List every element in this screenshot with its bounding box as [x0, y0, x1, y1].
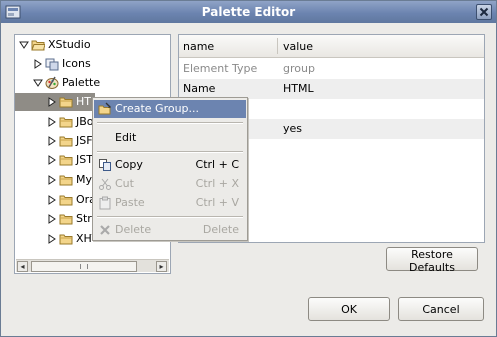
column-header-value[interactable]: value	[283, 40, 313, 53]
create-group-icon	[98, 102, 111, 115]
expand-arrow-icon[interactable]	[47, 175, 57, 185]
column-separator[interactable]	[277, 38, 278, 54]
delete-icon	[100, 225, 110, 235]
ok-button[interactable]: OK	[308, 297, 390, 321]
folder-icon	[59, 136, 73, 147]
tree-item-xstudio[interactable]: XStudio	[15, 36, 170, 54]
shortcut-label: Ctrl + C	[195, 158, 239, 171]
shortcut-label: Ctrl + X	[195, 177, 239, 190]
menu-item-label: Create Group...	[115, 102, 200, 115]
property-value: group	[283, 62, 315, 75]
property-name: Name	[183, 82, 216, 95]
table-row[interactable]: Name HTML	[179, 79, 484, 99]
scissors-icon	[99, 178, 111, 190]
tree-item-label: Str	[76, 212, 92, 225]
expand-arrow-icon[interactable]	[47, 195, 57, 205]
menu-item-label: Paste	[115, 196, 145, 209]
title-bar[interactable]: Palette Editor	[1, 1, 496, 23]
tree-item-palette[interactable]: Palette	[15, 74, 170, 92]
folder-icon	[59, 195, 73, 206]
palette-editor-window: Palette Editor XStudio Icons Palette HT …	[0, 0, 497, 337]
window-title: Palette Editor	[201, 5, 296, 19]
folder-icon	[59, 234, 73, 245]
tree-item-label: XStudio	[48, 38, 91, 51]
expand-arrow-icon[interactable]	[33, 59, 43, 69]
shortcut-label: Delete	[202, 223, 239, 236]
collapse-arrow-icon[interactable]	[33, 78, 43, 88]
menu-separator	[97, 151, 243, 153]
tree-horizontal-scrollbar[interactable]: ◂ ▸	[16, 259, 169, 272]
tree-item-label: JBo	[76, 115, 94, 128]
grip-icon	[80, 264, 88, 269]
scroll-thumb[interactable]	[31, 261, 137, 272]
menu-item-delete[interactable]: Delete Delete	[94, 221, 246, 239]
folder-icon	[59, 117, 73, 128]
column-header-name[interactable]: name	[183, 40, 214, 53]
menu-item-edit[interactable]: Edit	[94, 129, 246, 147]
copy-icon	[99, 159, 111, 171]
folder-icon	[59, 214, 73, 225]
expand-arrow-icon[interactable]	[47, 155, 57, 165]
tree-item-label: JST	[76, 153, 93, 166]
folder-open-icon	[31, 40, 45, 51]
menu-item-create-group[interactable]: Create Group...	[94, 100, 246, 118]
table-header: name value	[179, 35, 484, 58]
cancel-button[interactable]: Cancel	[398, 297, 484, 321]
folder-icon	[59, 175, 73, 186]
collapse-arrow-icon[interactable]	[19, 40, 29, 50]
menu-item-label: Copy	[115, 158, 143, 171]
folder-icon	[59, 155, 73, 166]
expand-arrow-icon[interactable]	[47, 97, 57, 107]
tree-item-html[interactable]: HT	[15, 93, 95, 111]
menu-item-label: Cut	[115, 177, 134, 190]
folder-icon	[59, 97, 73, 108]
scroll-left-button[interactable]: ◂	[17, 261, 28, 272]
expand-arrow-icon[interactable]	[47, 234, 57, 244]
menu-item-paste[interactable]: Paste Ctrl + V	[94, 194, 246, 212]
expand-arrow-icon[interactable]	[47, 117, 57, 127]
paste-icon	[99, 196, 111, 210]
close-button[interactable]	[476, 4, 492, 20]
close-icon	[479, 7, 489, 17]
menu-separator	[97, 216, 243, 218]
menu-item-cut[interactable]: Cut Ctrl + X	[94, 175, 246, 193]
property-value[interactable]: HTML	[283, 79, 314, 99]
tree-item-label: HT	[76, 95, 91, 108]
table-row[interactable]: Element Type group	[179, 59, 484, 79]
arrow-right-icon: ▸	[159, 262, 164, 271]
palette-icon	[45, 76, 59, 89]
shortcut-label: Ctrl + V	[195, 196, 239, 209]
restore-defaults-button[interactable]: Restore Defaults	[386, 247, 478, 274]
menu-item-label: Delete	[115, 223, 152, 236]
property-value[interactable]: yes	[283, 119, 302, 139]
tree-item-label: Palette	[62, 76, 101, 89]
expand-arrow-icon[interactable]	[47, 214, 57, 224]
expand-arrow-icon[interactable]	[47, 136, 57, 146]
icons-set-icon	[45, 58, 59, 71]
tree-item-label: My	[76, 173, 93, 186]
property-name: Element Type	[183, 62, 258, 75]
menu-item-label: Edit	[115, 131, 137, 144]
tree-item-icons[interactable]: Icons	[15, 55, 170, 73]
tree-item-label: Icons	[62, 57, 91, 70]
menu-item-copy[interactable]: Copy Ctrl + C	[94, 156, 246, 174]
arrow-left-icon: ◂	[20, 262, 25, 271]
scroll-right-button[interactable]: ▸	[156, 261, 167, 272]
context-menu: Create Group... Edit Copy Ctrl + C Cut C…	[92, 97, 248, 241]
menu-separator	[97, 122, 243, 124]
tree-item-label: JSF	[76, 134, 93, 147]
